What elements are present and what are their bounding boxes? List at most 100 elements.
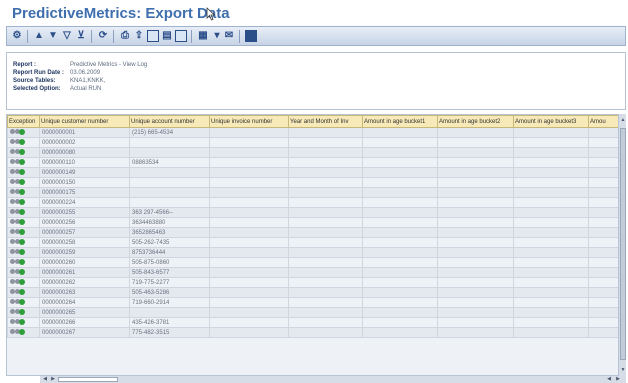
table-row[interactable]: 0000000259 8753736444 [7,247,619,258]
table-row[interactable]: 0000000080 [7,147,619,158]
export-icon[interactable]: ⇪ [133,30,145,42]
empty-cell [513,187,589,198]
traffic-light-icon [10,219,25,225]
column-header-year-month[interactable]: Year and Month of Inv [288,115,363,128]
table-row[interactable]: 0000000001 (215) 665-4534 [7,127,619,138]
send-icon[interactable]: ▾ [211,30,223,42]
empty-cell [362,207,438,218]
customer-number-cell: 0000000260 [39,257,130,268]
table-row[interactable]: 0000000255 363 297-4566-- [7,207,619,218]
empty-cell [362,277,438,288]
table-row[interactable]: 0000000261 505-843-6577 [7,267,619,278]
table-row[interactable]: 0000000258 505-262-7435 [7,237,619,248]
customer-number-cell: 0000000255 [39,207,130,218]
settings-icon[interactable]: ⚙ [11,30,23,42]
empty-cell [437,297,514,308]
table-row[interactable]: 0000000260 505-875-0860 [7,257,619,268]
empty-cell [288,237,363,248]
traffic-light-icon [10,299,25,305]
empty-cell [588,177,619,188]
traffic-light-dot [19,329,25,335]
details-icon[interactable]: ▲ [33,30,45,42]
empty-cell [513,317,589,328]
empty-cell [209,187,289,198]
column-header-age-bucket-3[interactable]: Amount in age bucket3 [513,115,589,128]
empty-cell [588,197,619,208]
table-row[interactable]: 0000000149 [7,167,619,178]
table-row[interactable]: 0000000262 719-775-2277 [7,277,619,288]
header-value: KNA1,KNKK, [70,78,106,84]
empty-cell [437,287,514,298]
column-header-invoice-number[interactable]: Unique invoice number [209,115,289,128]
table-row[interactable]: 0000000110 08863534 [7,157,619,168]
empty-cell [209,257,289,268]
column-header-age-bucket-1[interactable]: Amount in age bucket1 [362,115,438,128]
exception-cell [7,167,40,178]
table-row[interactable]: 0000000002 [7,137,619,148]
vertical-scroll-thumb[interactable] [620,128,626,360]
sort-descending-icon[interactable]: ▽ [61,30,73,42]
email-icon[interactable]: ✉ [223,30,235,42]
layout-icon[interactable]: ▤ [161,30,173,42]
info-icon[interactable] [245,30,257,42]
customer-number-cell: 0000000257 [39,227,130,238]
table-row[interactable]: 0000000175 [7,187,619,198]
filter-icon[interactable]: ⊻ [75,30,87,42]
table-row[interactable]: 0000000263 505-463-5286 [7,287,619,298]
account-number-cell: 719-775-2277 [129,277,210,288]
traffic-light-dot [19,219,25,225]
scroll-right-end-icon[interactable]: ▶ [615,376,621,383]
empty-cell [588,167,619,178]
traffic-light-icon [10,279,25,285]
empty-cell [513,257,589,268]
exception-cell [7,187,40,198]
empty-cell [288,147,363,158]
scroll-up-icon[interactable]: ▲ [620,116,626,124]
chart-icon[interactable] [175,30,187,42]
traffic-light-dot [19,299,25,305]
table-row[interactable]: 0000000264 719-660-2914 [7,297,619,308]
exception-cell [7,297,40,308]
traffic-light-icon [10,319,25,325]
customer-number-cell: 0000000110 [39,157,130,168]
scroll-right-icon[interactable]: ▶ [50,376,56,383]
layout-dropdown-icon[interactable]: ▦ [197,30,209,42]
scroll-left-end-icon[interactable]: ◀ [606,376,612,383]
empty-cell [513,197,589,208]
empty-cell [288,277,363,288]
vertical-scrollbar[interactable]: ▲ ▼ [618,114,626,376]
table-row[interactable]: 0000000257 3652865463 [7,227,619,238]
empty-cell [588,217,619,228]
column-header-account-number[interactable]: Unique account number [129,115,210,128]
scroll-down-icon[interactable]: ▼ [620,366,626,374]
horizontal-scroll-thumb[interactable] [58,377,118,382]
table-row[interactable]: 0000000256 3634463880 [7,217,619,228]
header-value: 03.06.2009 [70,70,101,76]
column-header-exception[interactable]: Exception [7,115,40,128]
table-row[interactable]: 0000000266 435-426-3781 [7,317,619,328]
empty-cell [437,227,514,238]
empty-cell [513,237,589,248]
spreadsheet-icon[interactable] [147,30,159,42]
horizontal-scrollbar[interactable]: ◀ ▶ ◀ ▶ [40,376,626,383]
refresh-icon[interactable]: ⟳ [97,30,109,42]
empty-cell [209,147,289,158]
table-row[interactable]: 0000000267 775-482-3515 [7,327,619,338]
sort-ascending-icon[interactable]: ▼ [47,30,59,42]
print-icon[interactable]: ⎙ [119,30,131,42]
customer-number-cell: 0000000001 [39,127,130,138]
table-row[interactable]: 0000000224 [7,197,619,208]
customer-number-cell: 0000000259 [39,247,130,258]
column-header-amount[interactable]: Amou [588,115,619,128]
account-number-cell [129,197,210,208]
column-header-age-bucket-2[interactable]: Amount in age bucket2 [437,115,514,128]
empty-cell [588,187,619,198]
exception-cell [7,177,40,188]
table-row[interactable]: 0000000150 [7,177,619,188]
account-number-cell: 363 297-4566-- [129,207,210,218]
column-header-customer-number[interactable]: Unique customer number [39,115,130,128]
table-row[interactable]: 0000000265 [7,307,619,318]
empty-cell [209,287,289,298]
scroll-left-icon[interactable]: ◀ [42,376,48,383]
empty-cell [513,167,589,178]
